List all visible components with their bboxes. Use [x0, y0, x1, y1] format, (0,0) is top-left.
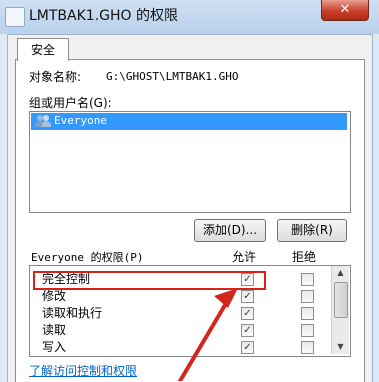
close-button[interactable]: ✕: [321, 0, 369, 21]
add-button[interactable]: 添加(D)...: [194, 219, 266, 242]
tab-security[interactable]: 安全: [17, 38, 69, 61]
allow-checkbox[interactable]: ✓: [241, 341, 254, 354]
permission-name: 读取和执行: [42, 306, 103, 320]
object-name-label: 对象名称:: [29, 70, 82, 84]
permission-name: 读取: [42, 323, 67, 337]
permission-name: 修改: [42, 289, 67, 303]
deny-checkbox[interactable]: [301, 341, 314, 354]
deny-header: 拒绝: [292, 250, 317, 264]
table-row: 写入 ✓: [30, 339, 330, 356]
object-name-value: G:\GHOST\LMTBAK1.GHO: [106, 70, 239, 83]
allow-checkbox[interactable]: ✓: [241, 324, 254, 337]
permission-name: 写入: [42, 340, 67, 354]
full-control-highlight: [33, 271, 266, 290]
users-icon: [35, 115, 51, 127]
allow-checkbox[interactable]: ✓: [241, 307, 254, 320]
deny-checkbox[interactable]: [301, 273, 314, 286]
deny-checkbox[interactable]: [301, 290, 314, 303]
allow-header: 允许: [232, 250, 257, 264]
permissions-scrollbar[interactable]: ▲ ▼: [331, 266, 349, 354]
groups-label: 组或用户名(G):: [29, 96, 112, 110]
access-control-link[interactable]: 了解访问控制和权限: [29, 364, 137, 378]
remove-button[interactable]: 删除(R): [277, 219, 347, 242]
title-bar: LMTBAK1.GHO 的权限 ✕: [0, 0, 379, 34]
table-row: 读取和执行 ✓: [30, 305, 330, 322]
list-item-label: Everyone: [54, 114, 107, 127]
scroll-down-icon[interactable]: ▼: [332, 340, 349, 354]
permissions-header: Everyone 的权限(P): [31, 251, 144, 264]
table-row: 修改 ✓: [30, 288, 330, 305]
scroll-up-icon[interactable]: ▲: [332, 266, 349, 280]
window-title: LMTBAK1.GHO 的权限: [29, 8, 178, 24]
allow-checkbox[interactable]: ✓: [241, 290, 254, 303]
table-row: 读取 ✓: [30, 322, 330, 339]
deny-checkbox[interactable]: [301, 324, 314, 337]
file-icon: [5, 7, 25, 27]
scroll-thumb[interactable]: [334, 282, 348, 318]
deny-checkbox[interactable]: [301, 307, 314, 320]
